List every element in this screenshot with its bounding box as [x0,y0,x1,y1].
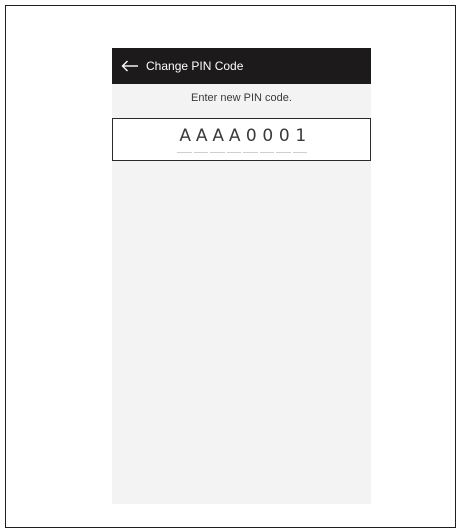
pin-slot-underlines [177,152,309,153]
pin-code-input[interactable]: A A A A 0 0 0 1 [112,118,371,161]
pin-char-2: A [195,126,208,146]
pin-characters: A A A A 0 0 0 1 [177,125,309,147]
pin-slot-underline [259,152,274,153]
pin-slot-underline [226,152,241,153]
pin-slot-underline [292,152,307,153]
arrow-left-icon [121,60,138,72]
app-bar: Change PIN Code [112,48,371,84]
pin-prompt-label: Enter new PIN code. [191,92,292,104]
pin-char-8: 1 [295,126,307,146]
pin-char-5: 0 [245,126,257,146]
pin-slot-underline [243,152,258,153]
page-title: Change PIN Code [146,59,244,73]
figure-frame: Change PIN Code Enter new PIN code. A A … [5,5,456,528]
phone-screen: Change PIN Code Enter new PIN code. A A … [112,48,371,504]
pin-slot-underline [276,152,291,153]
pin-char-7: 0 [278,126,290,146]
pin-slot-underline [210,152,225,153]
pin-char-6: 0 [262,126,274,146]
pin-char-3: A [212,126,225,146]
pin-slot-underline [177,152,192,153]
back-button[interactable] [116,48,144,84]
pin-char-4: A [228,126,241,146]
pin-slot-underline [193,152,208,153]
pin-char-1: A [179,126,192,146]
